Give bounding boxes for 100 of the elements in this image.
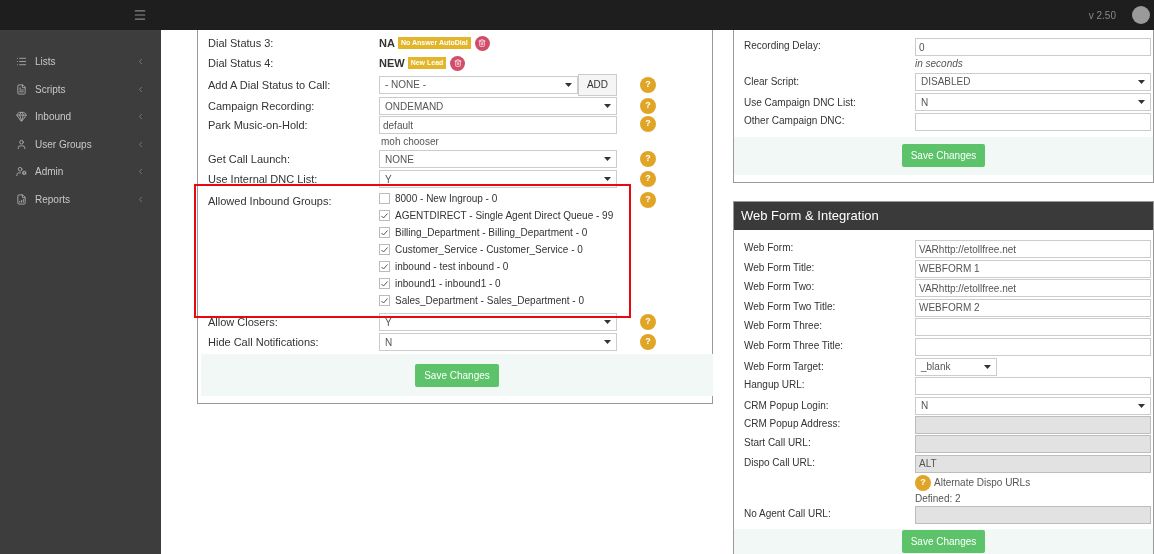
delete-button[interactable] [450, 55, 466, 71]
text-input[interactable]: WEBFORM 1 [915, 259, 1151, 278]
field-label: Clear Script: [744, 75, 800, 90]
field-label: Get Call Launch: [208, 152, 291, 168]
caret-icon [1138, 79, 1145, 84]
delete-button[interactable] [474, 35, 490, 51]
field-label: Add A Dial Status to Call: [208, 77, 332, 93]
dropdown[interactable]: N [915, 93, 1151, 112]
version-text: v 2.50 [1088, 8, 1116, 23]
dropdown[interactable]: _blank [915, 357, 997, 376]
field-label: CRM Popup Login: [744, 399, 830, 414]
field-label: Hide Call Notifications: [208, 335, 320, 351]
field-label: Web Form: [744, 241, 795, 255]
checkbox-label: Billing_Department - Billing_Department - 0 [395, 226, 588, 240]
checkbox-label: AGENTDIRECT - Single Agent Direct Queue - 99 [395, 209, 614, 223]
chevron-icon [136, 84, 145, 94]
caret-icon [604, 320, 611, 324]
dropdown[interactable]: - NONE - [379, 75, 578, 94]
field-label: Dispo Call URL: [744, 455, 817, 470]
caret-icon [604, 157, 611, 161]
chevron-icon [136, 167, 145, 177]
field-label: Web Form Title: [744, 260, 816, 275]
checkbox-label: Sales_Department - Sales_Department - 0 [395, 294, 584, 308]
add-button[interactable]: ADD [577, 73, 617, 96]
sidebar-item[interactable]: Scripts [0, 75, 161, 103]
sidebar-item[interactable]: Inbound [0, 103, 161, 131]
chevron-icon [136, 57, 145, 67]
field-label: CRM Popup Address: [744, 416, 842, 431]
caret-icon [604, 177, 611, 181]
checkbox[interactable] [379, 210, 390, 221]
caret-icon [604, 104, 611, 108]
menu-icon[interactable] [133, 8, 147, 22]
status-code: NA [379, 35, 395, 51]
text-input[interactable]: VARhttp://etollfree.net [915, 240, 1151, 258]
field-label: Park Music-on-Hold: [208, 118, 309, 133]
checkbox[interactable] [379, 295, 390, 306]
field-note: Alternate Dispo URLs [934, 476, 1031, 490]
dropdown[interactable]: NONE [379, 150, 617, 168]
text-input[interactable] [915, 318, 1151, 336]
field-label: Web Form Two Title: [744, 299, 837, 314]
text-input[interactable]: WEBFORM 2 [915, 298, 1151, 317]
text-input[interactable]: VARhttp://etollfree.net [915, 279, 1151, 297]
field-label: Web Form Two: [744, 280, 816, 294]
dropdown[interactable]: DISABLED [915, 72, 1151, 91]
trash-icon [478, 39, 487, 47]
field-label: Web Form Three Title: [744, 338, 845, 353]
avatar[interactable] [1132, 6, 1150, 24]
checkbox[interactable] [379, 227, 390, 238]
checkbox[interactable] [379, 193, 390, 204]
text-input[interactable]: default [379, 116, 617, 134]
field-label: No Agent Call URL: [744, 506, 832, 521]
caret-icon [564, 82, 572, 87]
checkbox-label: Customer_Service - Customer_Service - 0 [395, 243, 583, 257]
field-label: Campaign Recording: [208, 99, 316, 115]
dropdown[interactable]: ONDEMAND [379, 97, 617, 115]
checkbox[interactable] [379, 261, 390, 272]
field-label: Use Internal DNC List: [208, 172, 319, 188]
caret-icon [604, 340, 611, 344]
checkbox[interactable] [379, 278, 390, 289]
text-input[interactable] [915, 113, 1151, 131]
field-note: Defined: 2 [915, 491, 962, 506]
field-note: moh chooser [380, 135, 440, 149]
text-input[interactable] [915, 376, 1151, 395]
field-note: in seconds [915, 57, 964, 71]
status-code: NEW [379, 55, 405, 71]
text-input[interactable] [915, 337, 1151, 356]
field-label: Start Call URL: [744, 436, 812, 450]
sidebar-item[interactable]: Lists [0, 48, 161, 76]
field-label: Dial Status 4: [208, 56, 275, 72]
panel-header: Web Form & Integration [734, 202, 1153, 230]
field-label: Dial Status 3: [208, 36, 275, 52]
chevron-icon [136, 194, 145, 204]
field-label: Recording Delay: [744, 39, 822, 53]
chevron-icon [136, 139, 145, 149]
user-icon [16, 166, 27, 178]
field-label: Allowed Inbound Groups: [208, 194, 333, 209]
dropdown[interactable]: N [379, 333, 617, 351]
caret-icon [1138, 100, 1145, 105]
sidebar-item[interactable]: User Groups [0, 130, 161, 158]
field-label: Web Form Three: [744, 319, 823, 333]
field-label: Other Campaign DNC: [744, 114, 846, 128]
chevron-icon [136, 112, 145, 122]
trash-icon [453, 59, 462, 67]
field-label: Use Campaign DNC List: [744, 95, 857, 110]
field-label: Allow Closers: [208, 315, 279, 331]
user-icon [16, 138, 27, 150]
text-input[interactable]: 0 [915, 38, 1151, 56]
sidebar-item[interactable]: Admin [0, 158, 161, 186]
field-label: Hangup URL: [744, 377, 806, 392]
checkbox-label: inbound - test inbound - 0 [395, 260, 509, 274]
diamond-icon [16, 111, 27, 123]
checkbox[interactable] [379, 244, 390, 255]
caret-icon [984, 364, 991, 369]
report-icon [16, 193, 27, 205]
checkbox-label: inbound1 - inbound1 - 0 [395, 277, 501, 291]
field-label: Web Form Target: [744, 360, 825, 375]
sidebar-item[interactable]: Reports [0, 185, 161, 213]
list-icon [16, 56, 27, 68]
dropdown[interactable]: N [915, 396, 1151, 415]
caret-icon [1138, 403, 1145, 408]
